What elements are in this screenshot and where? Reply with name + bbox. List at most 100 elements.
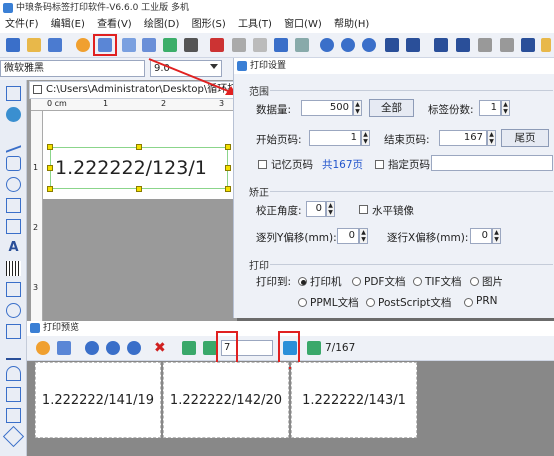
close-icon[interactable]: ✖: [154, 340, 166, 356]
align-left-icon[interactable]: [434, 38, 448, 52]
end-page-spinner[interactable]: ▲ ▼: [487, 130, 496, 146]
all-button[interactable]: 全部: [369, 99, 414, 117]
preview-label-page: 1.222222/141/19: [35, 362, 161, 438]
resize-handle[interactable]: [136, 186, 142, 192]
text-object[interactable]: 1.222222/123/1: [50, 147, 228, 189]
zoom-fit-icon[interactable]: [127, 341, 141, 355]
zoom-out-icon[interactable]: [106, 341, 120, 355]
rounded-rect-tool-icon[interactable]: [6, 408, 21, 423]
radio-printer[interactable]: [298, 277, 307, 286]
menu-draw[interactable]: 绘图(D): [144, 19, 180, 30]
polyline-tool-icon[interactable]: [6, 345, 21, 360]
open-folder-icon[interactable]: [27, 38, 41, 52]
zoom-out-icon[interactable]: [341, 38, 355, 52]
print-icon[interactable]: [57, 341, 71, 355]
remember-page-checkbox[interactable]: [258, 160, 267, 169]
menu-file[interactable]: 文件(F): [5, 19, 39, 30]
shape-tool-icon[interactable]: [6, 303, 21, 318]
line-tool-icon[interactable]: [6, 132, 21, 153]
mirror-label: 水平镜像: [372, 205, 414, 217]
copies-spinner[interactable]: ▲ ▼: [501, 100, 510, 116]
curve-tool-icon[interactable]: [6, 387, 21, 402]
distribute-icon[interactable]: [521, 38, 535, 52]
grid-icon[interactable]: [385, 38, 399, 52]
more-tools-icon[interactable]: [541, 38, 551, 52]
radio-prn[interactable]: [464, 298, 473, 307]
align-right-icon[interactable]: [456, 38, 470, 52]
arc-tool-icon[interactable]: [6, 366, 21, 381]
font-name-combo[interactable]: 微软雅黑: [0, 60, 145, 77]
print-settings-title-bar: 打印设置: [234, 58, 554, 74]
save-icon[interactable]: [48, 38, 62, 52]
rect-tool-icon[interactable]: [6, 156, 21, 171]
resize-handle[interactable]: [47, 144, 53, 150]
copies-input[interactable]: 1: [479, 100, 501, 116]
select-arrow-icon[interactable]: [6, 86, 21, 101]
radio-pdf[interactable]: [352, 277, 361, 286]
image-tool-icon[interactable]: [6, 198, 21, 213]
y-offset-input[interactable]: 0: [337, 228, 359, 244]
menu-shape[interactable]: 图形(S): [192, 19, 226, 30]
angle-input[interactable]: 0: [306, 201, 326, 217]
radio-image[interactable]: [470, 277, 479, 286]
radio-tif[interactable]: [413, 277, 422, 286]
barcode-icon[interactable]: [184, 38, 198, 52]
resize-handle[interactable]: [225, 144, 231, 150]
zoom-in-icon[interactable]: [85, 341, 99, 355]
resize-handle[interactable]: [47, 186, 53, 192]
resize-handle[interactable]: [136, 144, 142, 150]
resize-handle[interactable]: [47, 165, 53, 171]
settings-gear-icon[interactable]: [36, 341, 50, 355]
database-icon[interactable]: [142, 38, 156, 52]
specify-page-checkbox[interactable]: [375, 160, 384, 169]
print-preview-icon[interactable]: [122, 38, 136, 52]
frame-tool-icon[interactable]: [6, 219, 21, 234]
radio-ppml[interactable]: [298, 298, 307, 307]
menu-help[interactable]: 帮助(H): [334, 19, 369, 30]
barcode-tool-icon[interactable]: [6, 261, 21, 276]
y-offset-spinner[interactable]: ▲ ▼: [359, 228, 368, 244]
end-page-input[interactable]: 167: [439, 130, 487, 146]
copy-icon[interactable]: [232, 38, 246, 52]
resize-handle[interactable]: [225, 165, 231, 171]
zoom-in-icon[interactable]: [320, 38, 334, 52]
text-tool-icon[interactable]: A: [6, 240, 21, 255]
table-tool-icon[interactable]: [6, 324, 21, 339]
first-page-icon[interactable]: [182, 341, 196, 355]
ellipse-tool-icon[interactable]: [6, 177, 21, 192]
x-offset-input[interactable]: 0: [470, 228, 492, 244]
menu-window[interactable]: 窗口(W): [284, 19, 322, 30]
specify-page-input[interactable]: [431, 155, 553, 171]
cut-icon[interactable]: [210, 38, 224, 52]
align-grid-icon[interactable]: [406, 38, 420, 52]
data-qty-input[interactable]: 500: [301, 100, 353, 116]
data-qty-spinner[interactable]: ▲ ▼: [353, 100, 362, 116]
mirror-checkbox[interactable]: [359, 205, 368, 214]
last-page-button[interactable]: 尾页: [501, 129, 549, 147]
angle-spinner[interactable]: ▲ ▼: [326, 201, 335, 217]
menu-edit[interactable]: 编辑(E): [51, 19, 85, 30]
align-top-icon[interactable]: [478, 38, 492, 52]
prev-page-icon[interactable]: [203, 341, 217, 355]
start-page-input[interactable]: 1: [309, 130, 361, 146]
start-page-value: 1: [350, 132, 357, 143]
menu-tools[interactable]: 工具(T): [238, 19, 272, 30]
resize-handle[interactable]: [225, 186, 231, 192]
new-icon[interactable]: [6, 38, 20, 52]
menu-view[interactable]: 查看(V): [97, 19, 132, 30]
undo-icon[interactable]: [274, 38, 288, 52]
last-page-icon[interactable]: [307, 341, 321, 355]
radio-postscript[interactable]: [366, 298, 375, 307]
start-page-spinner[interactable]: ▲ ▼: [361, 130, 370, 146]
x-offset-spinner[interactable]: ▲ ▼: [492, 228, 501, 244]
align-bottom-icon[interactable]: [500, 38, 514, 52]
zoom-fit-icon[interactable]: [362, 38, 376, 52]
qrcode-tool-icon[interactable]: [6, 282, 21, 297]
diamond-tool-icon[interactable]: [2, 425, 25, 448]
pan-icon[interactable]: [6, 107, 21, 122]
settings-gear-icon[interactable]: [76, 38, 90, 52]
redo-icon[interactable]: [295, 38, 309, 52]
menu-bar: 文件(F) 编辑(E) 查看(V) 绘图(D) 图形(S) 工具(T) 窗口(W…: [0, 16, 554, 33]
data-source-icon[interactable]: [163, 38, 177, 52]
paste-icon[interactable]: [253, 38, 267, 52]
